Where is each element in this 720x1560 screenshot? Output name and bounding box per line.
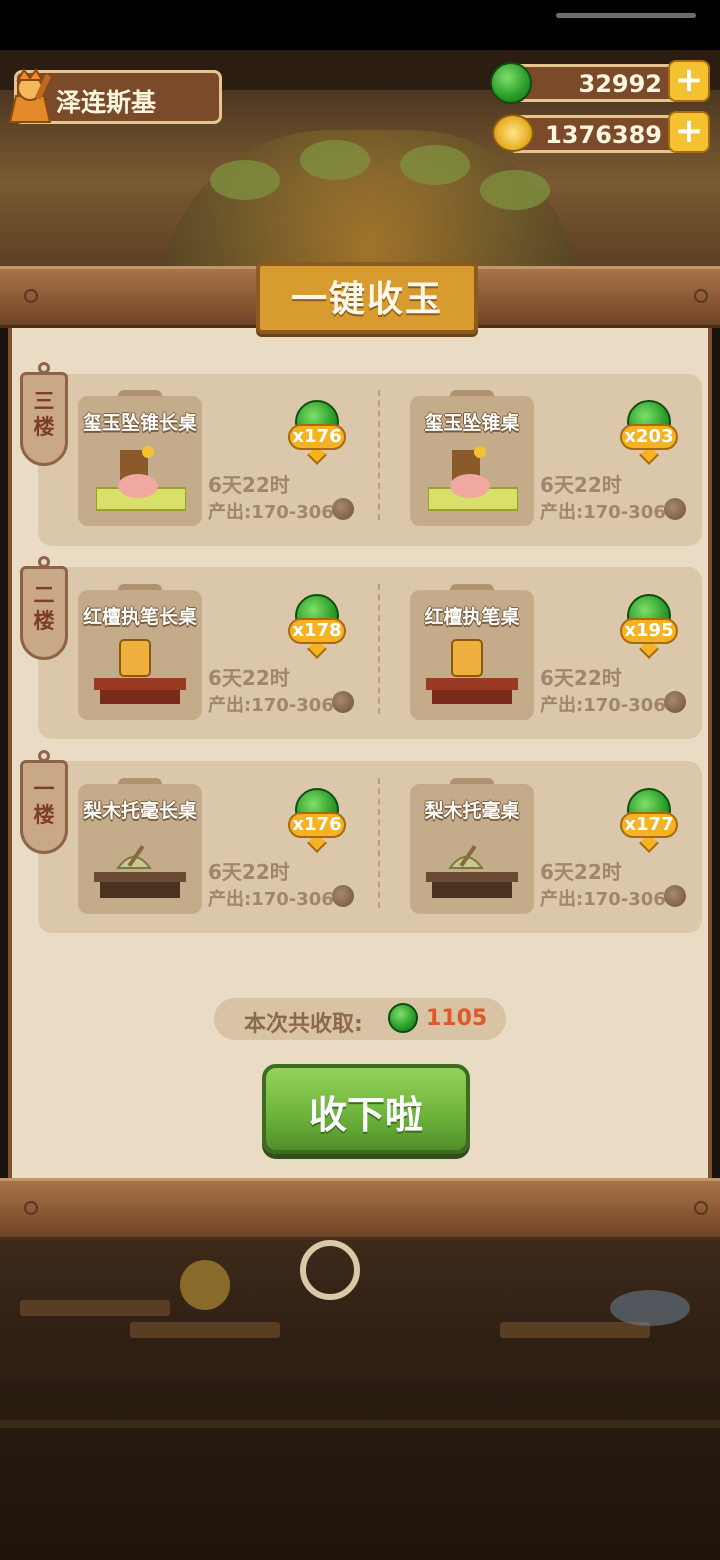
time-remaining: 6天22时 <box>540 473 622 497</box>
desk-name: 红檀执笔桌 <box>424 606 520 628</box>
output-range: 产出:170-306 <box>540 695 666 716</box>
jade-amount: 32992 <box>578 70 663 98</box>
jade-count-badge: x177 <box>620 812 678 838</box>
player-name: 泽连斯基 <box>56 88 157 117</box>
output-range: 产出:170-306 <box>208 695 334 716</box>
divider <box>378 390 380 520</box>
collect-button-label: 收下啦 <box>308 1093 423 1137</box>
time-remaining: 6天22时 <box>208 860 290 884</box>
desk-name: 玺玉坠锥长桌 <box>82 412 197 434</box>
seed-icon <box>664 498 686 520</box>
seed-icon <box>332 885 354 907</box>
desk-name: 红檀执笔长桌 <box>82 606 197 628</box>
wood-desk-image <box>426 840 518 906</box>
time-remaining: 6天22时 <box>540 666 622 690</box>
red-desk-image <box>94 638 186 704</box>
jade-count-badge: x176 <box>288 424 346 450</box>
output-range: 产出:170-306 <box>208 889 334 910</box>
beam-nail <box>694 289 708 303</box>
status-bar <box>0 0 720 50</box>
home-indicator[interactable] <box>556 13 696 18</box>
add-jade-button[interactable]: + <box>668 60 710 102</box>
jade-count-badge: x176 <box>288 812 346 838</box>
panel-title: 一键收玉 <box>290 279 443 320</box>
desk-name: 玺玉坠锥桌 <box>424 412 520 434</box>
coin-amount: 1376389 <box>545 121 662 149</box>
floor-tag-2: 二楼 <box>20 556 70 666</box>
output-range: 产出:170-306 <box>540 889 666 910</box>
time-remaining: 6天22时 <box>208 473 290 497</box>
add-coin-button[interactable]: + <box>668 111 710 153</box>
jade-desk-image <box>427 442 519 511</box>
desk-name: 梨木托毫桌 <box>424 800 520 822</box>
desk-name: 梨木托毫长桌 <box>82 800 197 822</box>
panel-bottom-beam <box>0 1178 720 1240</box>
seed-icon <box>332 498 354 520</box>
jade-count-badge: x203 <box>620 424 678 450</box>
time-remaining: 6天22时 <box>208 666 290 690</box>
output-range: 产出:170-306 <box>208 502 334 523</box>
total-value: 1105 <box>426 1006 488 1031</box>
background-scene-bottom <box>0 1240 720 1560</box>
player-avatar-icon[interactable] <box>4 66 56 124</box>
jade-icon <box>388 1003 418 1033</box>
seed-icon <box>664 885 686 907</box>
floor-tag-3: 三楼 <box>20 362 70 472</box>
beam-nail <box>24 289 38 303</box>
jade-desk-image <box>95 442 187 511</box>
floor-tag-1: 一楼 <box>20 750 70 860</box>
seed-icon <box>664 691 686 713</box>
red-desk-image <box>426 638 518 704</box>
beam-nail <box>24 1201 38 1215</box>
wood-desk-image <box>94 840 186 906</box>
seed-icon <box>332 691 354 713</box>
time-remaining: 6天22时 <box>540 860 622 884</box>
beam-nail <box>694 1201 708 1215</box>
jade-count-badge: x178 <box>288 618 346 644</box>
divider <box>378 778 380 908</box>
output-range: 产出:170-306 <box>540 502 666 523</box>
divider <box>378 584 380 714</box>
jade-count-badge: x195 <box>620 618 678 644</box>
total-label: 本次共收取: <box>244 1012 363 1037</box>
